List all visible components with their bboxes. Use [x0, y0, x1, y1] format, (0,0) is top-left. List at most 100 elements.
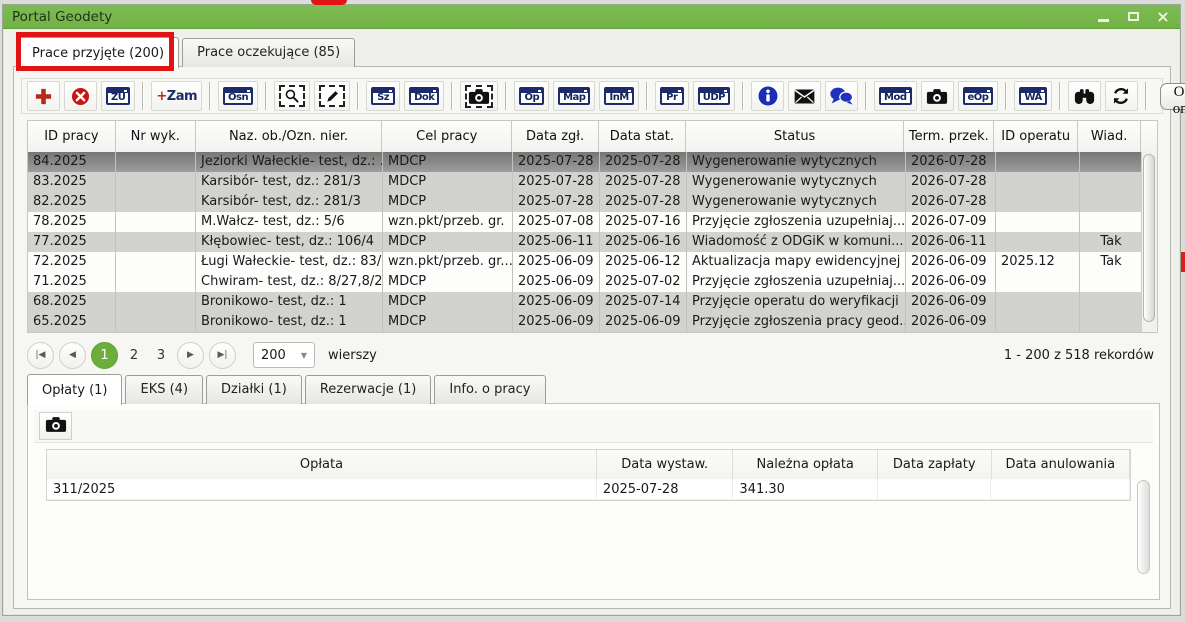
fees-column-header-4[interactable]: Data anulowania — [992, 450, 1130, 479]
toolbar-wa-button[interactable]: WA — [1014, 81, 1051, 111]
last-page-button[interactable]: ▶| — [209, 342, 236, 369]
table-row[interactable]: 83.2025Karsibór- test, dz.: 281/3MDCP202… — [28, 172, 1157, 192]
prev-page-button[interactable]: ◀ — [59, 342, 86, 369]
tab-detail-0[interactable]: Opłaty (1) — [27, 374, 122, 405]
close-icon[interactable]: × — [1155, 10, 1171, 24]
toolbar-map-button[interactable]: Map — [553, 81, 595, 111]
inm-icon: InM — [604, 87, 633, 105]
column-header-1[interactable]: Nr wyk. — [116, 121, 196, 152]
toolbar-camera-select-button[interactable] — [460, 81, 498, 111]
toolbar-info-button[interactable] — [751, 81, 784, 111]
toolbar-add-zam-button[interactable]: +Zam — [151, 81, 202, 111]
toolbar-select-zoom-button[interactable] — [274, 81, 310, 111]
scrollbar-thumb[interactable] — [1143, 154, 1155, 322]
toolbar-refresh-button[interactable] — [1105, 81, 1138, 111]
fees-column-header-3[interactable]: Data zapłaty — [878, 450, 992, 479]
cell: 2025-06-09 — [513, 252, 600, 272]
table-row[interactable]: 82.2025Karsibór- test, dz.: 281/3MDCP202… — [28, 192, 1157, 212]
toolbar-add-button[interactable] — [27, 81, 60, 111]
toolbar-eop-button[interactable]: eOp — [958, 81, 999, 111]
tab-detail-4[interactable]: Info. o pracy — [434, 375, 545, 404]
tab-main-1[interactable]: Prace oczekujące (85) — [182, 38, 355, 67]
table-row[interactable]: 71.2025Chwiram- test, dz.: 8/27,8/27MDCP… — [28, 272, 1157, 292]
works-table-body: 84.2025Jeziorki Wałeckie- test, dz.: ...… — [28, 152, 1157, 332]
window-titlebar: Portal Geodety × — [3, 5, 1180, 29]
first-page-button[interactable]: |◀ — [27, 342, 54, 369]
toolbar-dok-button[interactable]: Dok — [404, 81, 444, 111]
page-button-1[interactable]: 1 — [91, 342, 118, 369]
cell — [1080, 312, 1143, 332]
table-row[interactable]: 72.2025Ługi Wałeckie- test, dz.: 83/5wzn… — [28, 252, 1157, 272]
minimize-icon[interactable] — [1095, 10, 1111, 24]
column-header-3[interactable]: Cel pracy — [382, 121, 512, 152]
app-window: Portal Geodety × Prace przyjęte (200)Pra… — [2, 4, 1181, 616]
cell: Bronikowo- test, dz.: 1 — [196, 292, 383, 312]
fees-camera-button[interactable] — [39, 412, 72, 440]
page-button-2[interactable]: 2 — [123, 348, 145, 363]
cell: 2025-06-09 — [513, 272, 600, 292]
main-tab-bar: Prace przyjęte (200) Prace oczekujące (85… — [17, 33, 355, 67]
toolbar-zu-button[interactable]: ZU — [101, 81, 135, 111]
column-header-9[interactable]: Wiad. — [1078, 121, 1141, 152]
toolbar-mod-button[interactable]: Mod — [874, 81, 916, 111]
cell — [996, 152, 1080, 172]
column-header-5[interactable]: Data stat. — [599, 121, 686, 152]
fees-table-body: 311/20252025-07-28341.30 — [47, 479, 1130, 500]
tab-detail-label: Opłaty (1) — [42, 383, 107, 398]
column-header-0[interactable]: ID pracy — [28, 121, 116, 152]
page-button-3[interactable]: 3 — [150, 348, 172, 363]
column-header-6[interactable]: Status — [686, 121, 905, 152]
column-header-2[interactable]: Naz. ob./Ozn. nier. — [196, 121, 383, 152]
toolbar-sz-button[interactable]: Sz — [366, 81, 400, 111]
pay-online-button[interactable]: Opłać online — [1160, 83, 1185, 110]
toolbar-search-button[interactable] — [1068, 81, 1101, 111]
add-icon — [34, 87, 53, 106]
cell: MDCP — [383, 312, 513, 332]
toolbar-separator — [451, 82, 453, 110]
toolbar-udp-button[interactable]: UDP — [693, 81, 735, 111]
toolbar-group: Mod eOp — [874, 81, 998, 111]
fees-column-header-0[interactable]: Opłata — [47, 450, 597, 479]
page-size-dropdown[interactable]: 200 ▼ — [253, 342, 315, 368]
toolbar-camera-button[interactable] — [921, 81, 954, 111]
toolbar-separator — [505, 82, 507, 110]
table-row[interactable]: 84.2025Jeziorki Wałeckie- test, dz.: ...… — [28, 152, 1157, 172]
tab-main-label: Prace przyjęte (200) — [32, 46, 164, 61]
toolbar-separator — [1145, 82, 1147, 110]
cell — [116, 192, 196, 212]
table-row[interactable]: 68.2025Bronikowo- test, dz.: 1MDCP2025-0… — [28, 292, 1157, 312]
add-zam-icon: +Zam — [156, 89, 197, 104]
table-row[interactable]: 78.2025M.Wałcz- test, dz.: 5/6wzn.pkt/pr… — [28, 212, 1157, 232]
cell: 2025-06-09 — [600, 312, 687, 332]
toolbar-select-edit-button[interactable] — [314, 81, 350, 111]
tab-main-0[interactable]: Prace przyjęte (200) — [17, 37, 179, 68]
fees-row[interactable]: 311/20252025-07-28341.30 — [47, 479, 1130, 500]
tab-detail-1[interactable]: EKS (4) — [125, 375, 203, 404]
fees-column-header-1[interactable]: Data wystaw. — [597, 450, 734, 479]
tab-detail-2[interactable]: Działki (1) — [206, 375, 302, 404]
toolbar-separator — [865, 82, 867, 110]
toolbar-chat-button[interactable] — [825, 81, 858, 111]
fees-column-header-2[interactable]: Należna opłata — [733, 450, 877, 479]
cell — [996, 272, 1080, 292]
toolbar-osn-button[interactable]: Osn — [218, 81, 258, 111]
tab-detail-3[interactable]: Rezerwacje (1) — [305, 375, 432, 404]
cell: wzn.pkt/przeb. gr... — [383, 252, 513, 272]
tab-detail-label: Info. o pracy — [449, 382, 530, 397]
works-table-scrollbar[interactable] — [1141, 152, 1157, 332]
maximize-icon[interactable] — [1125, 10, 1141, 24]
column-header-7[interactable]: Term. przek. — [904, 121, 994, 152]
toolbar-op-button[interactable]: Op — [514, 81, 549, 111]
toolbar-pr-button[interactable]: Pr — [655, 81, 689, 111]
column-header-4[interactable]: Data zgł. — [512, 121, 599, 152]
fees-scrollbar-thumb[interactable] — [1137, 480, 1150, 574]
toolbar-mail-button[interactable] — [788, 81, 821, 111]
table-row[interactable]: 77.2025Kłębowiec- test, dz.: 106/4MDCP20… — [28, 232, 1157, 252]
toolbar-inm-button[interactable]: InM — [599, 81, 638, 111]
column-header-8[interactable]: ID operatu — [994, 121, 1078, 152]
next-page-button[interactable]: ▶ — [177, 342, 204, 369]
last-page-icon: ▶| — [218, 350, 228, 360]
table-row[interactable]: 65.2025Bronikowo- test, dz.: 1MDCP2025-0… — [28, 312, 1157, 332]
cell: 2025-07-14 — [600, 292, 687, 312]
toolbar-cancel-button[interactable] — [64, 81, 97, 111]
